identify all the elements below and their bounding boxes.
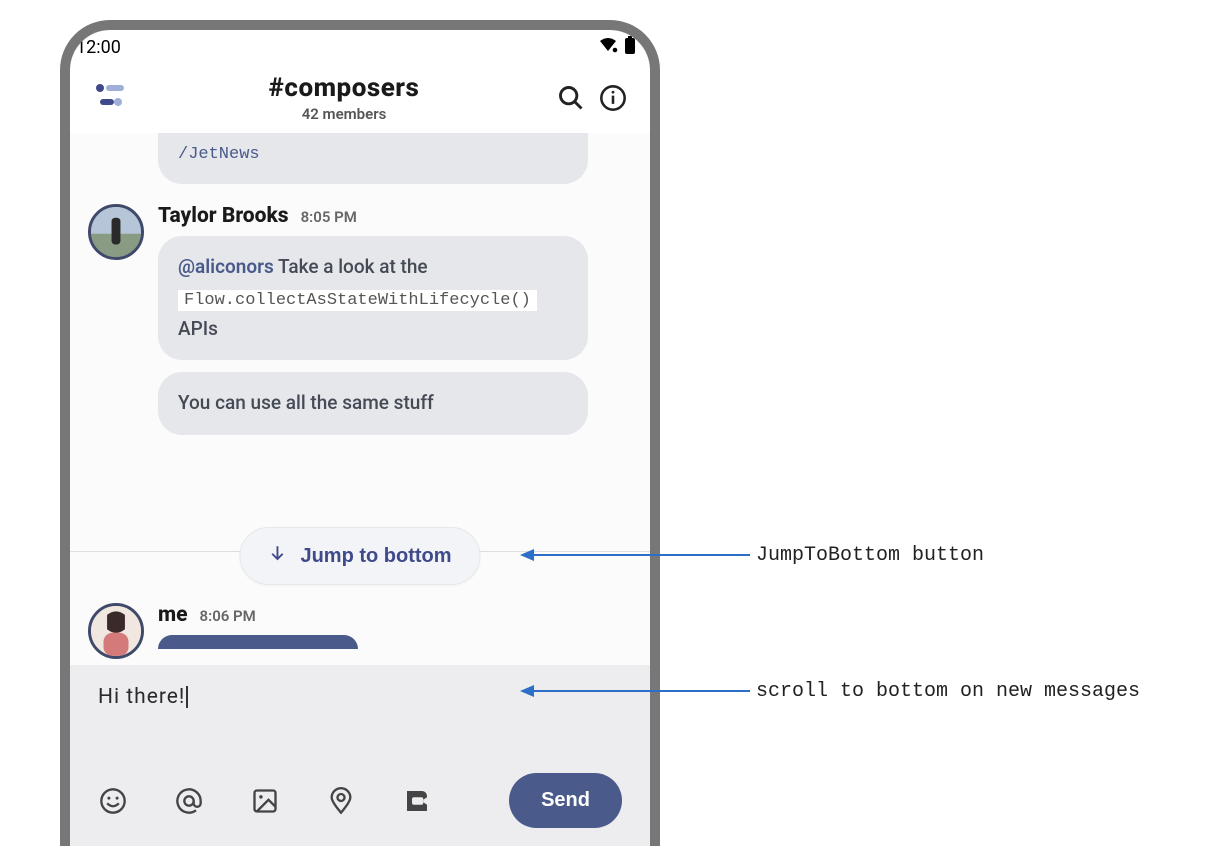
message-bubble[interactable]: @aliconors Take a look at the Flow.colle…	[158, 236, 588, 360]
status-bar: 12:00	[70, 30, 650, 61]
avatar[interactable]	[88, 204, 144, 260]
message-time: 8:06 PM	[200, 607, 256, 625]
annotation: scroll to bottom on new messages	[520, 676, 1140, 706]
image-icon[interactable]	[250, 786, 280, 816]
avatar[interactable]	[88, 603, 144, 659]
message-author[interactable]: Taylor Brooks	[158, 204, 289, 228]
emoji-icon[interactable]	[98, 786, 128, 816]
link-text: /JetNews	[178, 145, 260, 164]
mention-icon[interactable]	[174, 786, 204, 816]
annotation-text: JumpToBottom button	[756, 544, 984, 567]
message-row: me 8:06 PM	[70, 595, 650, 659]
message-text: APIs	[178, 317, 218, 340]
send-button[interactable]: Send	[509, 773, 622, 828]
jump-to-bottom-button[interactable]: Jump to bottom	[239, 527, 480, 585]
app-logo[interactable]	[90, 76, 134, 120]
search-icon[interactable]	[554, 81, 588, 115]
member-count: 42 members	[142, 105, 546, 123]
status-time: 12:00	[76, 37, 121, 58]
send-label: Send	[541, 789, 590, 811]
arrow-down-icon	[268, 544, 286, 568]
text-caret	[186, 686, 188, 708]
annotation: JumpToBottom button	[520, 540, 984, 570]
wifi-icon	[598, 37, 618, 58]
inline-code: Flow.collectAsStateWithLifecycle()	[178, 290, 537, 311]
message-text: Take a look at the	[274, 255, 428, 278]
info-icon[interactable]	[596, 81, 630, 115]
app-bar: #composers 42 members	[70, 61, 650, 133]
message-bubble[interactable]: You can use all the same stuff	[158, 372, 588, 434]
message-bubble[interactable]: /JetNews	[158, 133, 588, 184]
message-author[interactable]: me	[158, 603, 188, 627]
video-icon[interactable]	[402, 786, 432, 816]
jump-to-bottom-label: Jump to bottom	[300, 545, 451, 568]
mention[interactable]: @aliconors	[178, 255, 274, 278]
message-row: Taylor Brooks 8:05 PM @aliconors Take a …	[70, 196, 650, 446]
location-icon[interactable]	[326, 786, 356, 816]
channel-name[interactable]: #composers	[142, 73, 546, 103]
message-bubble[interactable]	[158, 635, 358, 649]
message-text: You can use all the same stuff	[178, 391, 434, 414]
battery-icon	[624, 36, 636, 59]
messages-pane[interactable]: /JetNews Taylor Brooks 8:05 PM @aliconor…	[70, 133, 650, 665]
message-time: 8:05 PM	[301, 208, 357, 226]
device-frame: 12:00 #composers 42 members	[60, 20, 660, 846]
input-value: Hi there!	[98, 685, 185, 709]
annotation-text: scroll to bottom on new messages	[756, 680, 1140, 703]
